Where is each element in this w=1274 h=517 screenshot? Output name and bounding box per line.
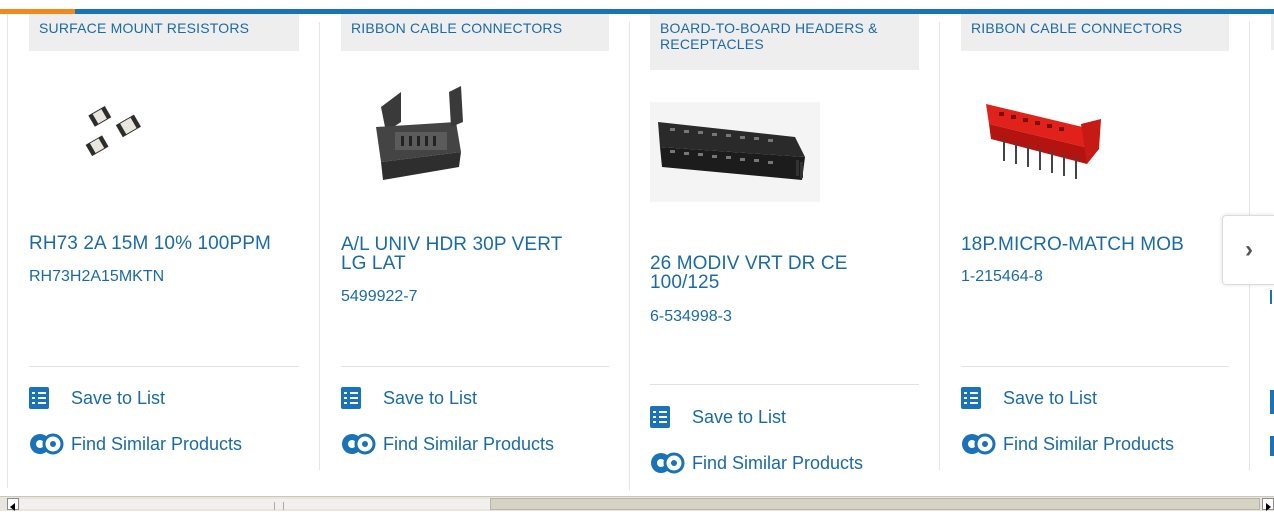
product-image-board-header[interactable] — [650, 102, 820, 202]
find-similar-label: Find Similar Products — [383, 433, 555, 454]
scrollbar-track[interactable] — [20, 499, 490, 510]
category-label[interactable]: BOARD-TO-BOARD HEADERS & RECEPTACLES — [650, 14, 919, 70]
partial-card-fragment — [1270, 390, 1274, 414]
save-to-list-button[interactable]: Save to List — [341, 387, 477, 409]
card-separator — [961, 366, 1229, 367]
save-to-list-button[interactable]: Save to List — [29, 387, 165, 409]
checklist-icon — [961, 387, 981, 409]
product-title[interactable]: 18P.MICRO-MATCH MOB — [961, 235, 1229, 254]
find-similar-products-button[interactable]: Find Similar Products — [341, 432, 554, 456]
product-card: SURFACE MOUNT RESISTORS RH73 2A 15M 10% … — [29, 14, 299, 484]
checklist-icon — [341, 387, 361, 409]
card-separator — [650, 384, 919, 385]
part-number[interactable]: 1-215464-8 — [961, 268, 1043, 286]
product-title[interactable]: 26 MODIV VRT DR CE 100/125 — [650, 254, 880, 292]
product-image-resistors[interactable] — [74, 99, 154, 159]
save-to-list-button[interactable]: Save to List — [961, 387, 1097, 409]
product-image-ribbon-header[interactable] — [361, 82, 471, 187]
partial-card-fragment — [1270, 436, 1274, 456]
save-to-list-label: Save to List — [383, 387, 478, 408]
find-similar-label: Find Similar Products — [1003, 433, 1175, 454]
product-card: BOARD-TO-BOARD HEADERS & RECEPTACLES 26 … — [650, 14, 919, 484]
find-similar-label: Find Similar Products — [71, 433, 243, 454]
find-similar-label: Find Similar Products — [692, 452, 864, 473]
product-title[interactable]: A/L UNIV HDR 30P VERT LG LAT — [341, 235, 591, 273]
card-separator — [29, 366, 299, 367]
save-to-list-label: Save to List — [692, 406, 787, 427]
part-number[interactable]: 6-534998-3 — [650, 308, 732, 326]
find-similar-products-button[interactable]: Find Similar Products — [650, 451, 863, 475]
gears-icon — [30, 433, 64, 455]
partial-card-fragment — [1270, 290, 1272, 304]
part-number[interactable]: RH73H2A15MKTN — [29, 268, 164, 286]
horizontal-scrollbar[interactable] — [0, 496, 1274, 511]
category-label[interactable]: RIBBON CABLE CONNECTORS — [961, 14, 1229, 51]
product-title[interactable]: RH73 2A 15M 10% 100PPM — [29, 234, 299, 253]
find-similar-products-button[interactable]: Find Similar Products — [29, 432, 242, 456]
gears-icon — [342, 433, 376, 455]
scroll-right-arrow-icon[interactable] — [1262, 498, 1274, 511]
chevron-right-icon: › — [1245, 236, 1253, 263]
gears-icon — [651, 452, 685, 474]
category-label[interactable]: RIBBON CABLE CONNECTORS — [341, 14, 609, 51]
product-card: RIBBON CABLE CONNECTORS 18P.MICRO-MATCH … — [961, 14, 1229, 484]
gears-icon — [962, 433, 996, 455]
checklist-icon — [29, 387, 49, 409]
scrollbar-grip-icon — [274, 502, 284, 510]
checklist-icon — [650, 406, 670, 428]
carousel-left-border — [7, 14, 8, 488]
save-to-list-button[interactable]: Save to List — [650, 406, 786, 428]
part-number[interactable]: 5499922-7 — [341, 288, 418, 306]
save-to-list-label: Save to List — [1003, 387, 1098, 408]
card-separator — [341, 366, 609, 367]
card-divider — [319, 22, 320, 470]
save-to-list-label: Save to List — [71, 387, 166, 408]
scrollbar-thumb[interactable] — [490, 498, 1260, 510]
find-similar-products-button[interactable]: Find Similar Products — [961, 432, 1174, 456]
category-label[interactable]: SURFACE MOUNT RESISTORS — [29, 14, 299, 51]
scroll-left-arrow-icon[interactable] — [7, 498, 19, 511]
product-image-micro-match[interactable] — [981, 94, 1106, 189]
card-divider — [629, 22, 630, 490]
product-card: RIBBON CABLE CONNECTORS A/L UNIV HDR 30P… — [341, 14, 609, 484]
card-divider — [939, 22, 940, 470]
carousel-next-button[interactable]: › — [1222, 215, 1274, 285]
